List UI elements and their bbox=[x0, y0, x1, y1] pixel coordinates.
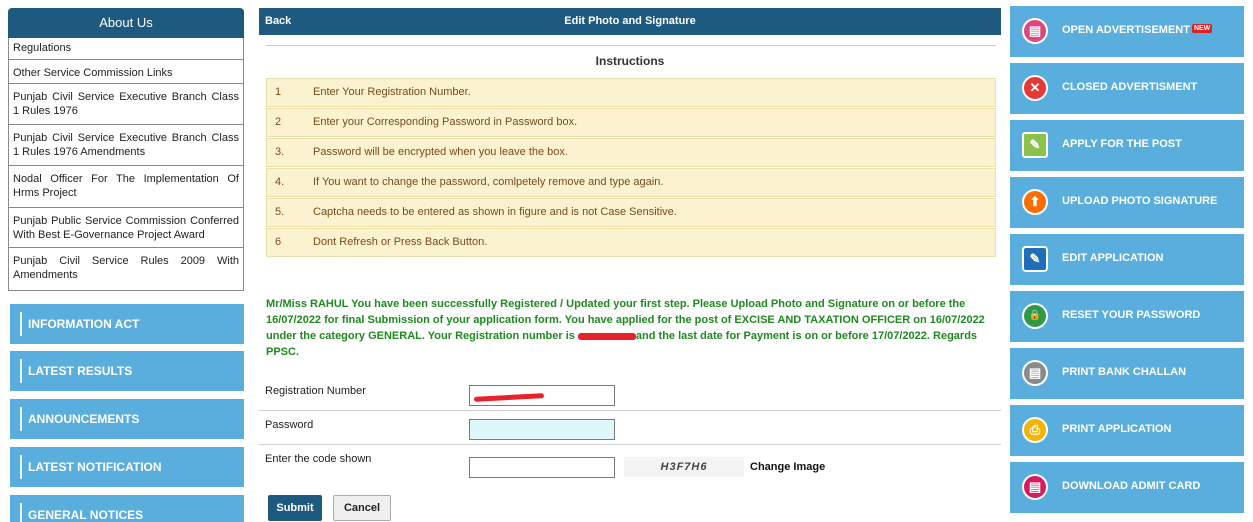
submit-button[interactable]: Submit bbox=[268, 495, 322, 521]
instruction-row: 5. Captcha needs to be entered as shown … bbox=[266, 198, 996, 227]
instruction-text: Dont Refresh or Press Back Button. bbox=[313, 236, 488, 248]
registration-number-label: Registration Number bbox=[265, 385, 366, 397]
instructions-title: Instructions bbox=[595, 54, 665, 68]
about-link-egov-award[interactable]: Punjab Public Service Commission Conferr… bbox=[9, 208, 243, 248]
page-title: Edit Photo and Signature bbox=[564, 15, 696, 27]
download-admit-card-label: DOWNLOAD ADMIT CARD bbox=[1062, 480, 1201, 492]
instruction-number: 2 bbox=[275, 116, 282, 128]
instruction-row: 1 Enter Your Registration Number. bbox=[266, 78, 996, 107]
print-bank-challan-label: PRINT BANK CHALLAN bbox=[1062, 366, 1187, 378]
reset-password-label: RESET YOUR PASSWORD bbox=[1062, 309, 1201, 321]
print-application-button[interactable]: ⎙ PRINT APPLICATION bbox=[1010, 405, 1244, 456]
instruction-number: 3. bbox=[275, 146, 285, 158]
advertisement-icon: ▤ bbox=[1022, 18, 1048, 44]
nav-latest-notification[interactable]: LATEST NOTIFICATION bbox=[10, 447, 244, 487]
instruction-text: Password will be encrypted when you leav… bbox=[313, 146, 568, 158]
password-label: Password bbox=[265, 419, 314, 431]
about-link-other-commission[interactable]: Other Service Commission Links bbox=[9, 60, 243, 84]
challan-icon: ▤ bbox=[1022, 360, 1048, 386]
about-link-pcs-rules[interactable]: Punjab Civil Service Executive Branch Cl… bbox=[9, 84, 243, 125]
instruction-row: 2 Enter your Corresponding Password in P… bbox=[266, 108, 996, 137]
new-badge: NEW bbox=[1191, 24, 1213, 33]
close-icon: ✕ bbox=[1022, 75, 1048, 101]
form-row-registration: Registration Number bbox=[259, 377, 1001, 411]
password-input[interactable] bbox=[469, 419, 615, 440]
page: About Us Regulations Other Service Commi… bbox=[0, 0, 1253, 522]
divider bbox=[266, 45, 996, 46]
open-advertisement-button[interactable]: ▤ OPEN ADVERTISEMENT NEW bbox=[1010, 6, 1244, 57]
instruction-text: Captcha needs to be entered as shown in … bbox=[313, 206, 677, 218]
edit-application-label: EDIT APPLICATION bbox=[1062, 252, 1164, 264]
nav-announcements[interactable]: ANNOUNCEMENTS bbox=[10, 399, 244, 439]
open-advertisement-label: OPEN ADVERTISEMENT bbox=[1062, 24, 1190, 36]
captcha-image: H3F7H6 bbox=[624, 457, 744, 477]
captcha-input[interactable] bbox=[469, 457, 615, 478]
instruction-text: If You want to change the password, coml… bbox=[313, 176, 664, 188]
instruction-number: 4. bbox=[275, 176, 285, 188]
cancel-button[interactable]: Cancel bbox=[333, 495, 391, 521]
print-bank-challan-button[interactable]: ▤ PRINT BANK CHALLAN bbox=[1010, 348, 1244, 399]
closed-advertisement-label: CLOSED ADVERTISMENT bbox=[1062, 81, 1198, 93]
about-link-pcs-rules-amend[interactable]: Punjab Civil Service Executive Branch Cl… bbox=[9, 125, 243, 166]
form-row-captcha: Enter the code shown H3F7H6 Change Image bbox=[259, 445, 1001, 485]
instruction-row: 3. Password will be encrypted when you l… bbox=[266, 138, 996, 167]
nav-general-notices[interactable]: GENERAL NOTICES bbox=[10, 495, 244, 522]
main-content: Back Edit Photo and Signature Instructio… bbox=[259, 8, 1001, 478]
instruction-number: 5. bbox=[275, 206, 285, 218]
edit-application-button[interactable]: ✎ EDIT APPLICATION bbox=[1010, 234, 1244, 285]
upload-photo-signature-label: UPLOAD PHOTO SIGNATURE bbox=[1062, 195, 1218, 207]
change-image-link[interactable]: Change Image bbox=[750, 461, 825, 473]
instruction-text: Enter Your Registration Number. bbox=[313, 86, 471, 98]
admit-card-icon: ▤ bbox=[1022, 474, 1048, 500]
reset-password-button[interactable]: 🔒 RESET YOUR PASSWORD bbox=[1010, 291, 1244, 342]
upload-arrow-icon: ⬆ bbox=[1022, 189, 1048, 215]
instruction-number: 6 bbox=[275, 236, 282, 248]
about-link-civil-service-rules[interactable]: Punjab Civil Service Rules 2009 With Ame… bbox=[9, 248, 243, 290]
instruction-row: 4. If You want to change the password, c… bbox=[266, 168, 996, 197]
about-us-list: Regulations Other Service Commission Lin… bbox=[8, 38, 244, 291]
redacted-registration-number bbox=[577, 332, 636, 340]
apply-for-post-button[interactable]: ✎ APPLY FOR THE POST bbox=[1010, 120, 1244, 171]
instruction-row: 6 Dont Refresh or Press Back Button. bbox=[266, 228, 996, 257]
print-icon: ⎙ bbox=[1022, 417, 1048, 443]
upload-photo-signature-button[interactable]: ⬆ UPLOAD PHOTO SIGNATURE bbox=[1010, 177, 1244, 228]
about-us-panel: About Us Regulations Other Service Commi… bbox=[8, 8, 244, 291]
title-bar: Back Edit Photo and Signature bbox=[259, 8, 1001, 35]
instruction-number: 1 bbox=[275, 86, 282, 98]
apply-for-post-label: APPLY FOR THE POST bbox=[1062, 138, 1182, 150]
about-link-nodal-officer[interactable]: Nodal Officer For The Implementation Of … bbox=[9, 166, 243, 208]
lock-icon: 🔒 bbox=[1022, 303, 1048, 329]
about-us-heading: About Us bbox=[8, 8, 244, 38]
closed-advertisement-button[interactable]: ✕ CLOSED ADVERTISMENT bbox=[1010, 63, 1244, 114]
registration-number-input[interactable] bbox=[469, 385, 615, 406]
print-application-label: PRINT APPLICATION bbox=[1062, 423, 1172, 435]
button-label: OPEN ADVERTISEMENT NEW bbox=[1062, 24, 1213, 36]
about-link-regulations[interactable]: Regulations bbox=[9, 38, 243, 60]
form-row-password: Password bbox=[259, 411, 1001, 445]
apply-form-icon: ✎ bbox=[1022, 132, 1048, 158]
nav-information-act[interactable]: INFORMATION ACT bbox=[10, 304, 244, 344]
download-admit-card-button[interactable]: ▤ DOWNLOAD ADMIT CARD bbox=[1010, 462, 1244, 513]
captcha-label: Enter the code shown bbox=[265, 453, 372, 465]
instruction-text: Enter your Corresponding Password in Pas… bbox=[313, 116, 578, 128]
registration-message: Mr/Miss RAHUL You have been successfully… bbox=[266, 296, 996, 360]
nav-latest-results[interactable]: LATEST RESULTS bbox=[10, 351, 244, 391]
edit-icon: ✎ bbox=[1022, 246, 1048, 272]
redacted-value bbox=[473, 393, 545, 402]
